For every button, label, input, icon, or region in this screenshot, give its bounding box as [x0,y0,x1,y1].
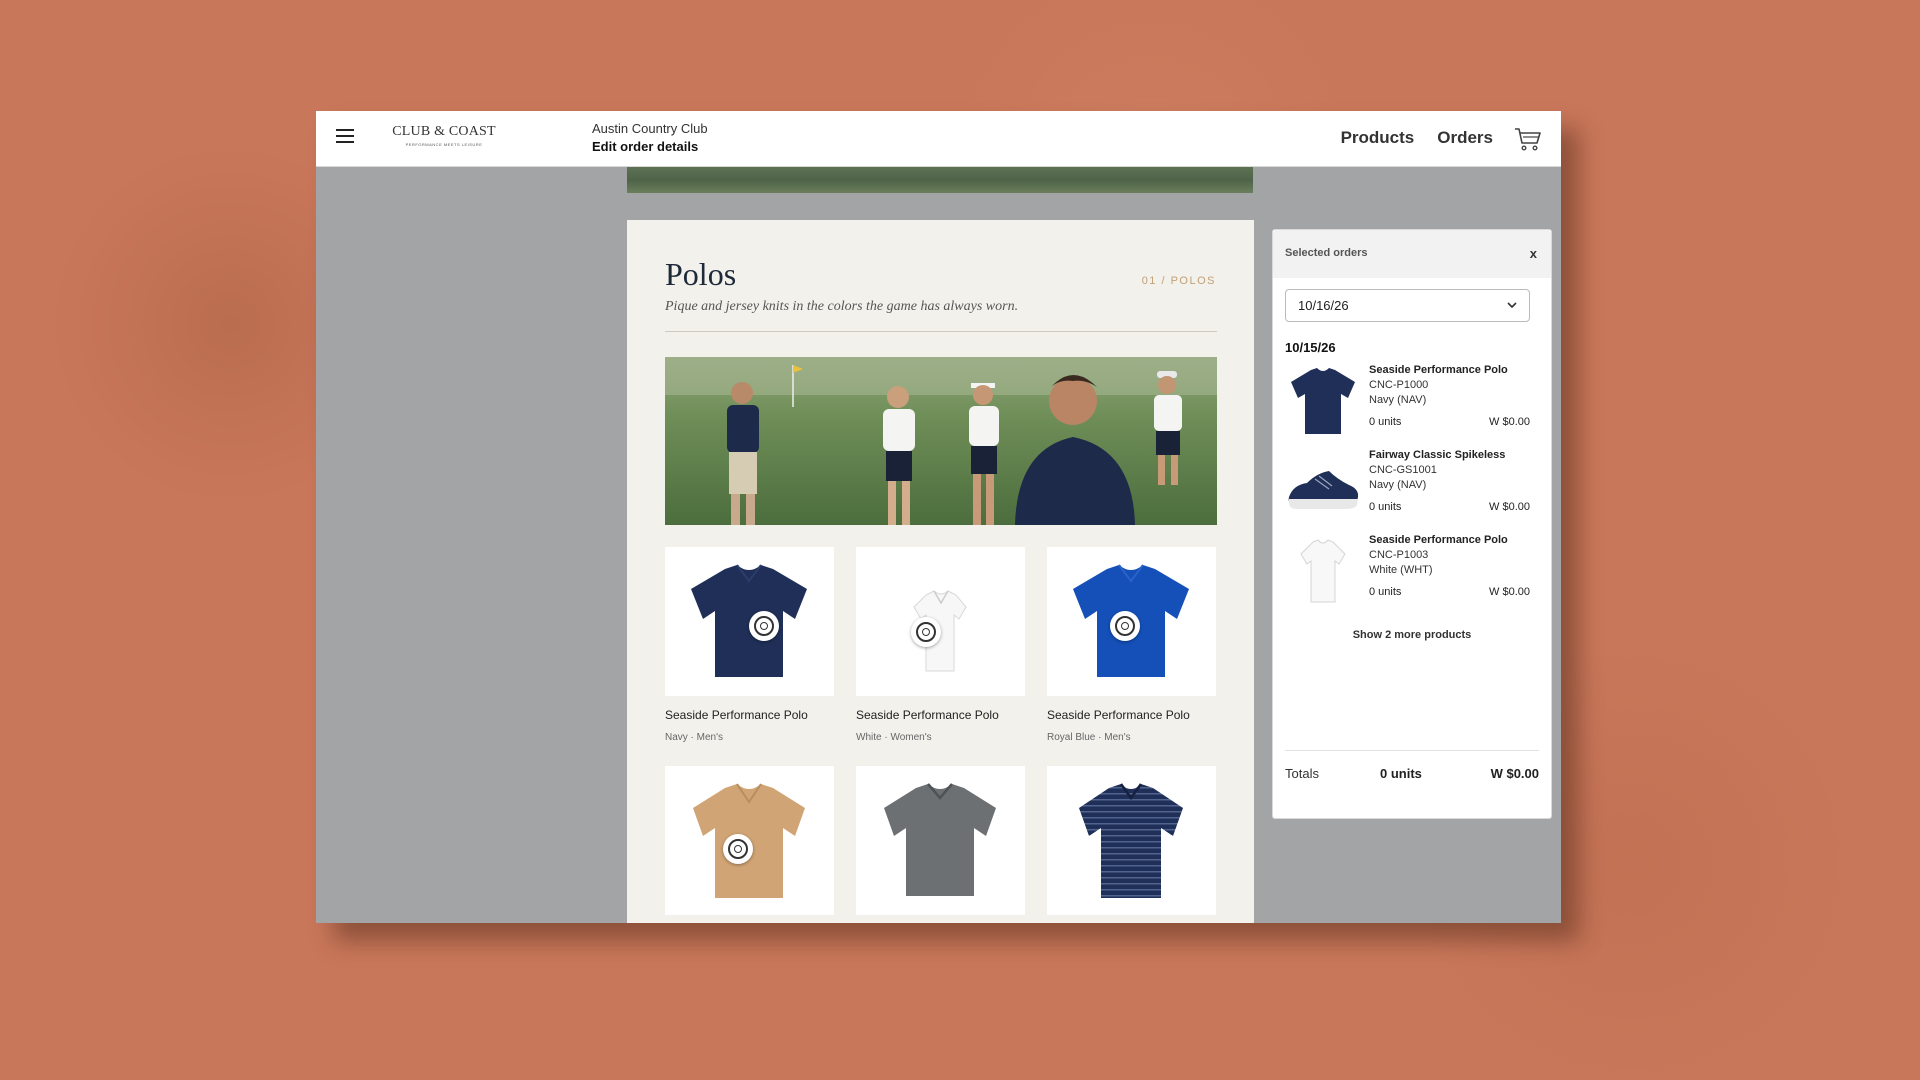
hero-image [665,357,1217,525]
panel-header: Selected orders x [1273,230,1551,278]
hamburger-icon[interactable] [336,129,354,143]
product-image [665,547,834,696]
product-name: Seaside Performance Polo [856,708,999,722]
product-thumbnail [1288,471,1359,509]
item-sku: CNC-P1003 [1369,549,1429,561]
hotspot-target-icon[interactable] [911,617,941,647]
panel-title: Selected orders [1285,247,1368,259]
product-card-striped-polo[interactable] [1047,766,1216,923]
main-nav: Products Orders [1341,128,1493,148]
product-card-navy-polo[interactable]: Seaside Performance Polo Navy · Men's [665,547,834,743]
order-line-item[interactable]: Seaside Performance Polo CNC-P1003 White… [1285,534,1530,612]
item-name: Seaside Performance Polo [1369,364,1508,376]
product-card-white-polo[interactable]: Seaside Performance Polo White · Women's [856,547,1025,743]
totals-units: 0 units [1380,766,1422,781]
product-meta: White · Women's [856,732,932,743]
product-thumbnail [1291,368,1355,434]
club-info: Austin Country Club Edit order details [592,121,708,154]
top-bar: CLUB & COAST PERFORMANCE MEETS LEISURE A… [316,111,1561,167]
order-date-value: 10/16/26 [1298,298,1349,313]
previous-section-image [627,167,1253,193]
hotspot-target-icon[interactable] [1110,611,1140,641]
brand-tagline: PERFORMANCE MEETS LEISURE [405,142,483,147]
section-subtitle: Pique and jersey knits in the colors the… [665,299,1019,314]
order-line-item[interactable]: Fairway Classic Spikeless CNC-GS1001 Nav… [1285,449,1530,527]
item-footer: 0 units W $0.00 [1369,416,1530,430]
product-image [1047,766,1216,915]
order-line-item[interactable]: Seaside Performance Polo CNC-P1000 Navy … [1285,364,1530,442]
product-meta: Royal Blue · Men's [1047,732,1131,743]
nav-orders[interactable]: Orders [1437,128,1493,148]
section-title: Polos [665,256,737,292]
item-color: Navy (NAV) [1369,479,1427,491]
brand-name: CLUB & COAST [392,124,496,139]
item-info: Fairway Classic Spikeless CNC-GS1001 Nav… [1369,449,1530,515]
product-image [665,766,834,915]
item-color: White (WHT) [1369,564,1433,576]
product-image [1047,547,1216,696]
item-price: W $0.00 [1489,586,1530,598]
order-group-date: 10/15/26 [1285,340,1336,355]
item-name: Fairway Classic Spikeless [1369,449,1506,461]
product-name: Seaside Performance Polo [665,708,808,722]
totals-label: Totals [1285,766,1319,781]
product-thumbnail [1300,539,1346,603]
close-icon[interactable]: x [1530,246,1537,261]
product-card-gray-polo[interactable] [856,766,1025,923]
item-name: Seaside Performance Polo [1369,534,1508,546]
selected-orders-panel: Selected orders x 10/16/26 10/15/26 Seas… [1272,229,1552,819]
item-color: Navy (NAV) [1369,394,1427,406]
divider [665,331,1217,332]
item-sku: CNC-P1000 [1369,379,1429,391]
product-card-royal-blue-polo[interactable]: Seaside Performance Polo Royal Blue · Me… [1047,547,1216,743]
totals-price: W $0.00 [1490,766,1539,781]
cart-icon[interactable] [1514,126,1542,152]
product-name: Seaside Performance Polo [1047,708,1190,722]
totals-divider [1285,750,1539,751]
order-date-select[interactable]: 10/16/26 [1285,289,1530,322]
item-sku: CNC-GS1001 [1369,464,1437,476]
nav-products[interactable]: Products [1341,128,1415,148]
totals-row: Totals 0 units W $0.00 [1285,766,1539,784]
item-price: W $0.00 [1489,501,1530,513]
item-units: 0 units [1369,586,1402,598]
section-crumb: 01 / POLOS [1141,275,1216,287]
brand-logo[interactable]: CLUB & COAST PERFORMANCE MEETS LEISURE [389,124,499,147]
catalog-page: Polos 01 / POLOS Pique and jersey knits … [627,220,1254,923]
item-units: 0 units [1369,416,1402,428]
club-name: Austin Country Club [592,121,708,136]
app-window: CLUB & COAST PERFORMANCE MEETS LEISURE A… [316,111,1561,923]
item-price: W $0.00 [1489,416,1530,428]
chevron-down-icon [1507,302,1517,309]
item-info: Seaside Performance Polo CNC-P1003 White… [1369,534,1530,600]
hotspot-target-icon[interactable] [723,834,753,864]
hotspot-target-icon[interactable] [749,611,779,641]
item-info: Seaside Performance Polo CNC-P1000 Navy … [1369,364,1530,430]
item-footer: 0 units W $0.00 [1369,586,1530,600]
product-image [856,547,1025,696]
product-meta: Navy · Men's [665,732,724,743]
product-image [856,766,1025,915]
item-footer: 0 units W $0.00 [1369,501,1530,515]
show-more-products-link[interactable]: Show 2 more products [1273,629,1551,641]
edit-order-details-link[interactable]: Edit order details [592,139,708,154]
product-card-khaki-polo[interactable] [665,766,834,923]
item-units: 0 units [1369,501,1402,513]
